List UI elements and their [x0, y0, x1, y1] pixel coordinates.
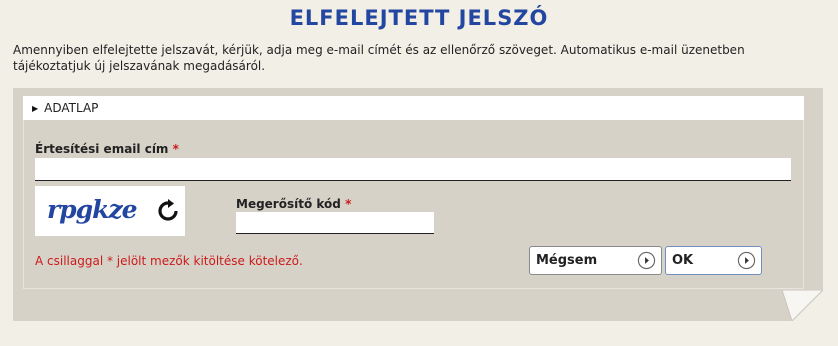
chevron-circle-right-icon [637, 251, 656, 270]
cancel-button[interactable]: Mégsem [529, 246, 662, 275]
page-title: ELFELEJTETT JELSZÓ [289, 6, 549, 30]
chevron-circle-right-icon [737, 251, 756, 270]
required-marker: * [345, 197, 352, 211]
cancel-button-label: Mégsem [536, 253, 598, 268]
email-label-text: Értesítési email cím [35, 142, 169, 156]
code-label: Megerősítő kód * [236, 197, 351, 211]
intro-text: Amennyiben elfelejtette jelszavát, kérjü… [13, 43, 745, 73]
caret-right-icon: ▶ [32, 103, 39, 113]
code-label-text: Megerősítő kód [236, 197, 341, 211]
page-curl-decoration [782, 290, 823, 321]
email-label: Értesítési email cím * [35, 142, 179, 156]
form-area: Értesítési email cím * rpgkze Megerősítő… [23, 120, 804, 289]
section-header-label: ADATLAP [44, 101, 99, 115]
ok-button[interactable]: OK [665, 246, 762, 275]
required-note: A csillaggal * jelölt mezők kitöltése kö… [35, 254, 303, 268]
form-panel: ▶ ADATLAP Értesítési email cím * rpgkze … [13, 88, 823, 321]
captcha-code-field[interactable] [236, 212, 434, 234]
captcha-box: rpgkze [35, 186, 185, 236]
required-marker: * [172, 142, 179, 156]
refresh-icon[interactable] [156, 199, 180, 223]
captcha-image-text: rpgkze [47, 195, 138, 224]
email-field[interactable] [35, 158, 791, 181]
ok-button-label: OK [672, 253, 694, 268]
section-header-adatlap[interactable]: ▶ ADATLAP [23, 96, 804, 120]
